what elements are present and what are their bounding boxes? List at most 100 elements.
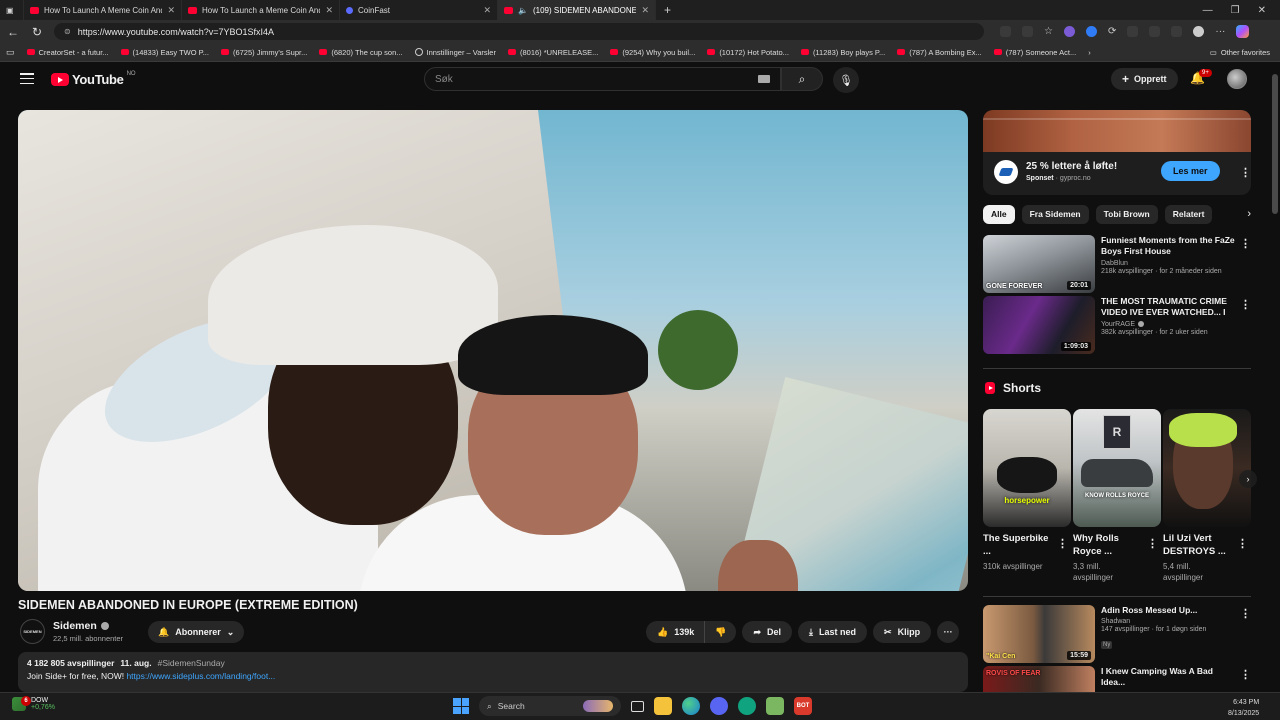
ad-cta-button[interactable]: Les mer [1161,161,1220,181]
speaker-icon[interactable]: 🔈 [518,6,528,15]
browser-tab-active[interactable]: 🔈 (109) SIDEMEN ABANDONED ✕ [498,0,656,20]
bookmark-item[interactable]: (14833) Easy TWO P... [120,48,209,57]
menu-icon[interactable] [20,73,34,84]
sync-icon[interactable]: ⟳ [1108,26,1116,37]
sponsored-ad[interactable]: 25 % lettere å løfte! Sponset · gyproc.n… [983,110,1251,195]
voice-search-button[interactable]: 🎙 [833,67,859,93]
bookmark-item[interactable]: Innstillinger – Varsler [414,48,496,57]
description-box[interactable]: 4 182 805 avspillinger 11. aug. #Sidemen… [18,652,968,692]
recommended-video[interactable]: GONE FOREVER 20:01 Funniest Moments from… [983,235,1251,293]
collections-icon[interactable] [1171,26,1183,37]
profile-icon[interactable] [1193,26,1205,37]
discord-icon[interactable] [710,697,728,715]
subscribe-button[interactable]: 🔔 Abonnerer ⌄ [148,621,245,643]
more-icon[interactable]: ··· [1215,26,1225,37]
restore-icon[interactable]: ❐ [1231,5,1240,16]
more-icon[interactable]: ⋮ [1240,668,1251,681]
bookmark-item[interactable]: (787) A Bombing Ex... [897,48,982,57]
recommended-video[interactable]: 1:09:03 THE MOST TRAUMATIC CRIME VIDEO I… [983,296,1251,354]
tab-actions-icon[interactable]: ▣ [0,0,24,20]
site-info-icon[interactable]: ⊜ [64,27,71,36]
video-thumbnail[interactable]: GONE FOREVER 20:01 [983,235,1095,293]
bookmark-item[interactable]: (11283) Boy plays P... [800,48,885,57]
extension-icon[interactable] [1063,26,1075,37]
bookmark-item[interactable]: (10172) Hot Potato... [707,48,789,57]
recommended-video[interactable]: "Kai Cen 15:59 Adin Ross Messed Up... Sh… [983,605,1251,663]
account-avatar[interactable] [1227,69,1247,89]
bookmark-item[interactable]: (8016) *UNRELEASE... [507,48,598,57]
more-icon[interactable]: ⋮ [1240,237,1251,250]
download-button[interactable]: ⤓ Last ned [798,621,868,643]
back-icon[interactable]: ← [6,25,20,39]
keyboard-icon[interactable] [758,75,770,83]
bookmark-item[interactable]: (6820) The cup son... [319,48,403,57]
more-icon[interactable]: ⋮ [1240,607,1251,620]
channel-name[interactable]: DabBlun [1101,260,1239,267]
split-screen-icon[interactable] [1127,26,1139,37]
channel-row[interactable]: YourRAGE [1101,321,1239,328]
close-icon[interactable]: ✕ [483,5,491,16]
browser-tab[interactable]: CoinFast ✕ [340,0,498,20]
favorite-star-icon[interactable]: ☆ [1044,26,1053,37]
chip-related[interactable]: Relatert [1164,204,1213,224]
chevron-right-icon[interactable]: › [1247,208,1251,220]
chip-from-sidemen[interactable]: Fra Sidemen [1021,204,1089,224]
video-thumbnail[interactable]: ROVIS OF FEAR [983,666,1095,692]
hashtag-link[interactable]: #SidemenSunday [158,658,225,668]
file-explorer-icon[interactable] [654,697,672,715]
video-thumbnail[interactable]: "Kai Cen 15:59 [983,605,1095,663]
apps-icon[interactable] [1000,26,1011,37]
taskbar-search[interactable]: ⌕ Search [479,696,621,716]
bookmark-item[interactable]: (6725) Jimmy's Supr... [220,48,307,57]
more-actions-button[interactable]: ··· [937,621,960,643]
bot-app-icon[interactable]: BOT [794,697,812,715]
short-item[interactable]: Lil Uzi Vert DESTROYS ... 5,4 mill. avsp… [1163,409,1251,583]
like-button[interactable]: 👍 139k [646,621,706,643]
short-item[interactable]: R KNOW ROLLS ROYCE Why Rolls Royce ... 3… [1073,409,1161,583]
bookmark-item[interactable]: CreatorSet - a futur... [26,48,109,57]
new-tab-button[interactable]: + [656,3,679,17]
more-icon[interactable]: ⋮ [1057,537,1068,550]
close-icon[interactable]: ✕ [167,5,175,16]
chip-tobi-brown[interactable]: Tobi Brown [1095,204,1158,224]
chip-all[interactable]: Alle [983,204,1015,224]
task-view-icon[interactable] [631,700,644,712]
short-thumbnail[interactable]: R KNOW ROLLS ROYCE [1073,409,1161,527]
browser-tab[interactable]: How To Launch A Meme Coin And ✕ [24,0,182,20]
clip-button[interactable]: ✂ Klipp [873,621,932,643]
browser-tab[interactable]: How To Launch a Meme Coin And ✕ [182,0,340,20]
video-thumbnail[interactable]: 1:09:03 [983,296,1095,354]
channel-name-row[interactable]: Sidemen [53,620,109,632]
close-icon[interactable]: ✕ [325,5,333,16]
more-icon[interactable]: ⋮ [1240,298,1251,311]
chatgpt-icon[interactable] [738,697,756,715]
close-window-icon[interactable]: ✕ [1258,5,1266,16]
other-favorites[interactable]: ▭ Other favorites [1210,48,1280,57]
shorts-next-button[interactable]: › [1239,470,1257,488]
read-aloud-icon[interactable] [1022,26,1033,37]
recommended-video[interactable]: ROVIS OF FEAR I Knew Camping Was A Bad I… [983,666,1251,692]
scrollbar-thumb[interactable] [1272,74,1278,214]
edge-icon[interactable] [682,697,700,715]
extension-icon[interactable] [1085,26,1097,37]
favorites-icon[interactable] [1149,26,1161,37]
dislike-button[interactable]: 👎 [705,621,737,643]
short-thumbnail[interactable] [1163,409,1251,527]
ad-more-icon[interactable]: ⋮ [1240,166,1251,179]
channel-avatar[interactable]: SIDEMEN [20,619,45,644]
more-icon[interactable]: ⋮ [1147,537,1158,550]
more-icon[interactable]: ⋮ [1237,537,1248,550]
page-scrollbar[interactable] [1270,62,1280,692]
short-thumbnail[interactable]: horsepower [983,409,1071,527]
bookmark-folder-icon[interactable]: ▭ [6,47,15,58]
share-button[interactable]: ➦ Del [742,621,793,643]
copilot-icon[interactable] [1236,25,1250,38]
search-button[interactable]: ⌕ [781,67,823,91]
system-clock[interactable]: 6:43 PM 8/13/2025 [1228,698,1259,719]
description-link[interactable]: https://www.sideplus.com/landing/foot... [126,671,275,681]
windows-start-icon[interactable] [453,698,469,714]
stock-widget[interactable]: DOW +0,76% [12,697,55,711]
minimize-icon[interactable]: — [1203,5,1213,16]
bookmark-item[interactable]: (787) Someone Act... [993,48,1076,57]
notepad-icon[interactable] [766,697,784,715]
